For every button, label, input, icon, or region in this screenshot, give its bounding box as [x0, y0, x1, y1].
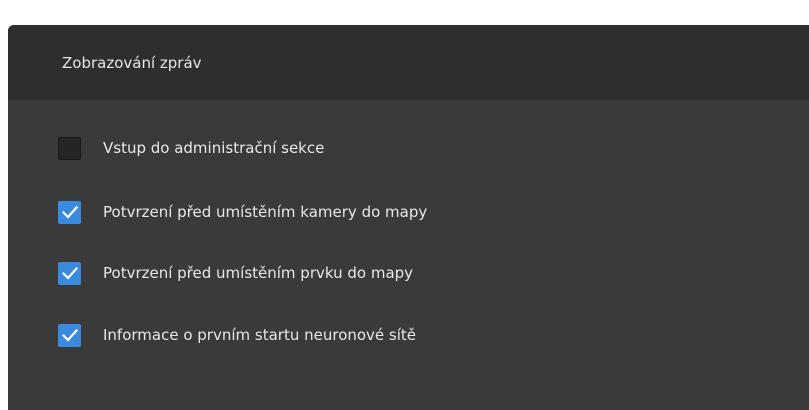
section-title: Zobrazování zpráv [62, 53, 202, 72]
option-neural-network-first-start-info[interactable]: Informace o prvním startu neuronové sítě [58, 321, 416, 349]
checkbox-checked[interactable] [58, 261, 81, 285]
checkbox-checked[interactable] [58, 323, 81, 347]
option-admin-section-entry[interactable]: Vstup do administrační sekce [58, 134, 324, 162]
option-label: Vstup do administrační sekce [103, 139, 325, 157]
panel-header: Zobrazování zpráv [8, 25, 809, 100]
option-label: Potvrzení před umístěním kamery do mapy [103, 203, 428, 221]
check-icon [61, 266, 78, 280]
message-display-panel: Zobrazování zpráv Vstup do administrační… [8, 25, 809, 410]
checkbox-unchecked[interactable] [58, 136, 81, 160]
option-confirm-element-placement[interactable]: Potvrzení před umístěním prvku do mapy [58, 259, 413, 287]
option-confirm-camera-placement[interactable]: Potvrzení před umístěním kamery do mapy [58, 198, 427, 226]
checkbox-checked[interactable] [58, 200, 81, 224]
check-icon [61, 328, 78, 342]
option-label: Informace o prvním startu neuronové sítě [103, 326, 417, 344]
check-icon [61, 205, 78, 219]
option-label: Potvrzení před umístěním prvku do mapy [103, 264, 414, 282]
